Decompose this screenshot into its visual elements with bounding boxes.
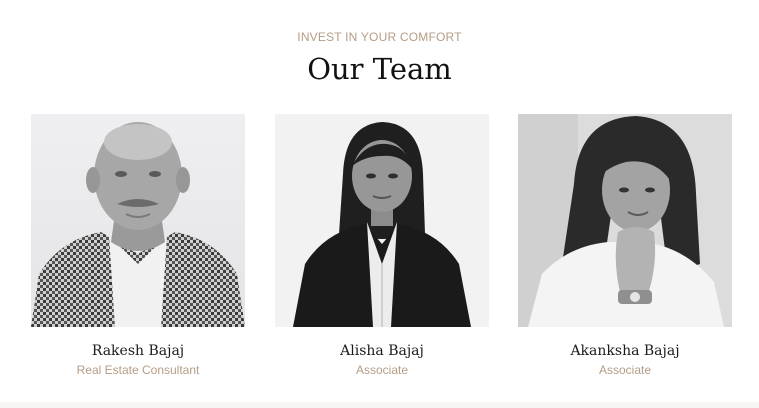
portrait-image: [518, 114, 732, 327]
team-photo: [31, 114, 245, 327]
team-member-role: Associate: [355, 363, 409, 377]
team-member-role: Real Estate Consultant: [76, 363, 200, 377]
portrait-image: [31, 114, 245, 327]
section-divider: [0, 402, 759, 408]
section-eyebrow: INVEST IN YOUR COMFORT: [297, 30, 462, 44]
team-card-alisha: Alisha Bajaj Associate: [275, 114, 489, 377]
team-member-name: Alisha Bajaj: [340, 343, 424, 359]
team-member-role: Associate: [598, 363, 652, 377]
portrait-image: [275, 114, 489, 327]
team-photo: [518, 114, 732, 327]
section-title: Our Team: [307, 52, 452, 86]
team-member-name: Akanksha Bajaj: [570, 343, 680, 359]
team-card-rakesh: Rakesh Bajaj Real Estate Consultant: [31, 114, 245, 377]
team-photo: [275, 114, 489, 327]
team-card-akanksha: Akanksha Bajaj Associate: [518, 114, 732, 377]
team-member-name: Rakesh Bajaj: [91, 343, 185, 359]
